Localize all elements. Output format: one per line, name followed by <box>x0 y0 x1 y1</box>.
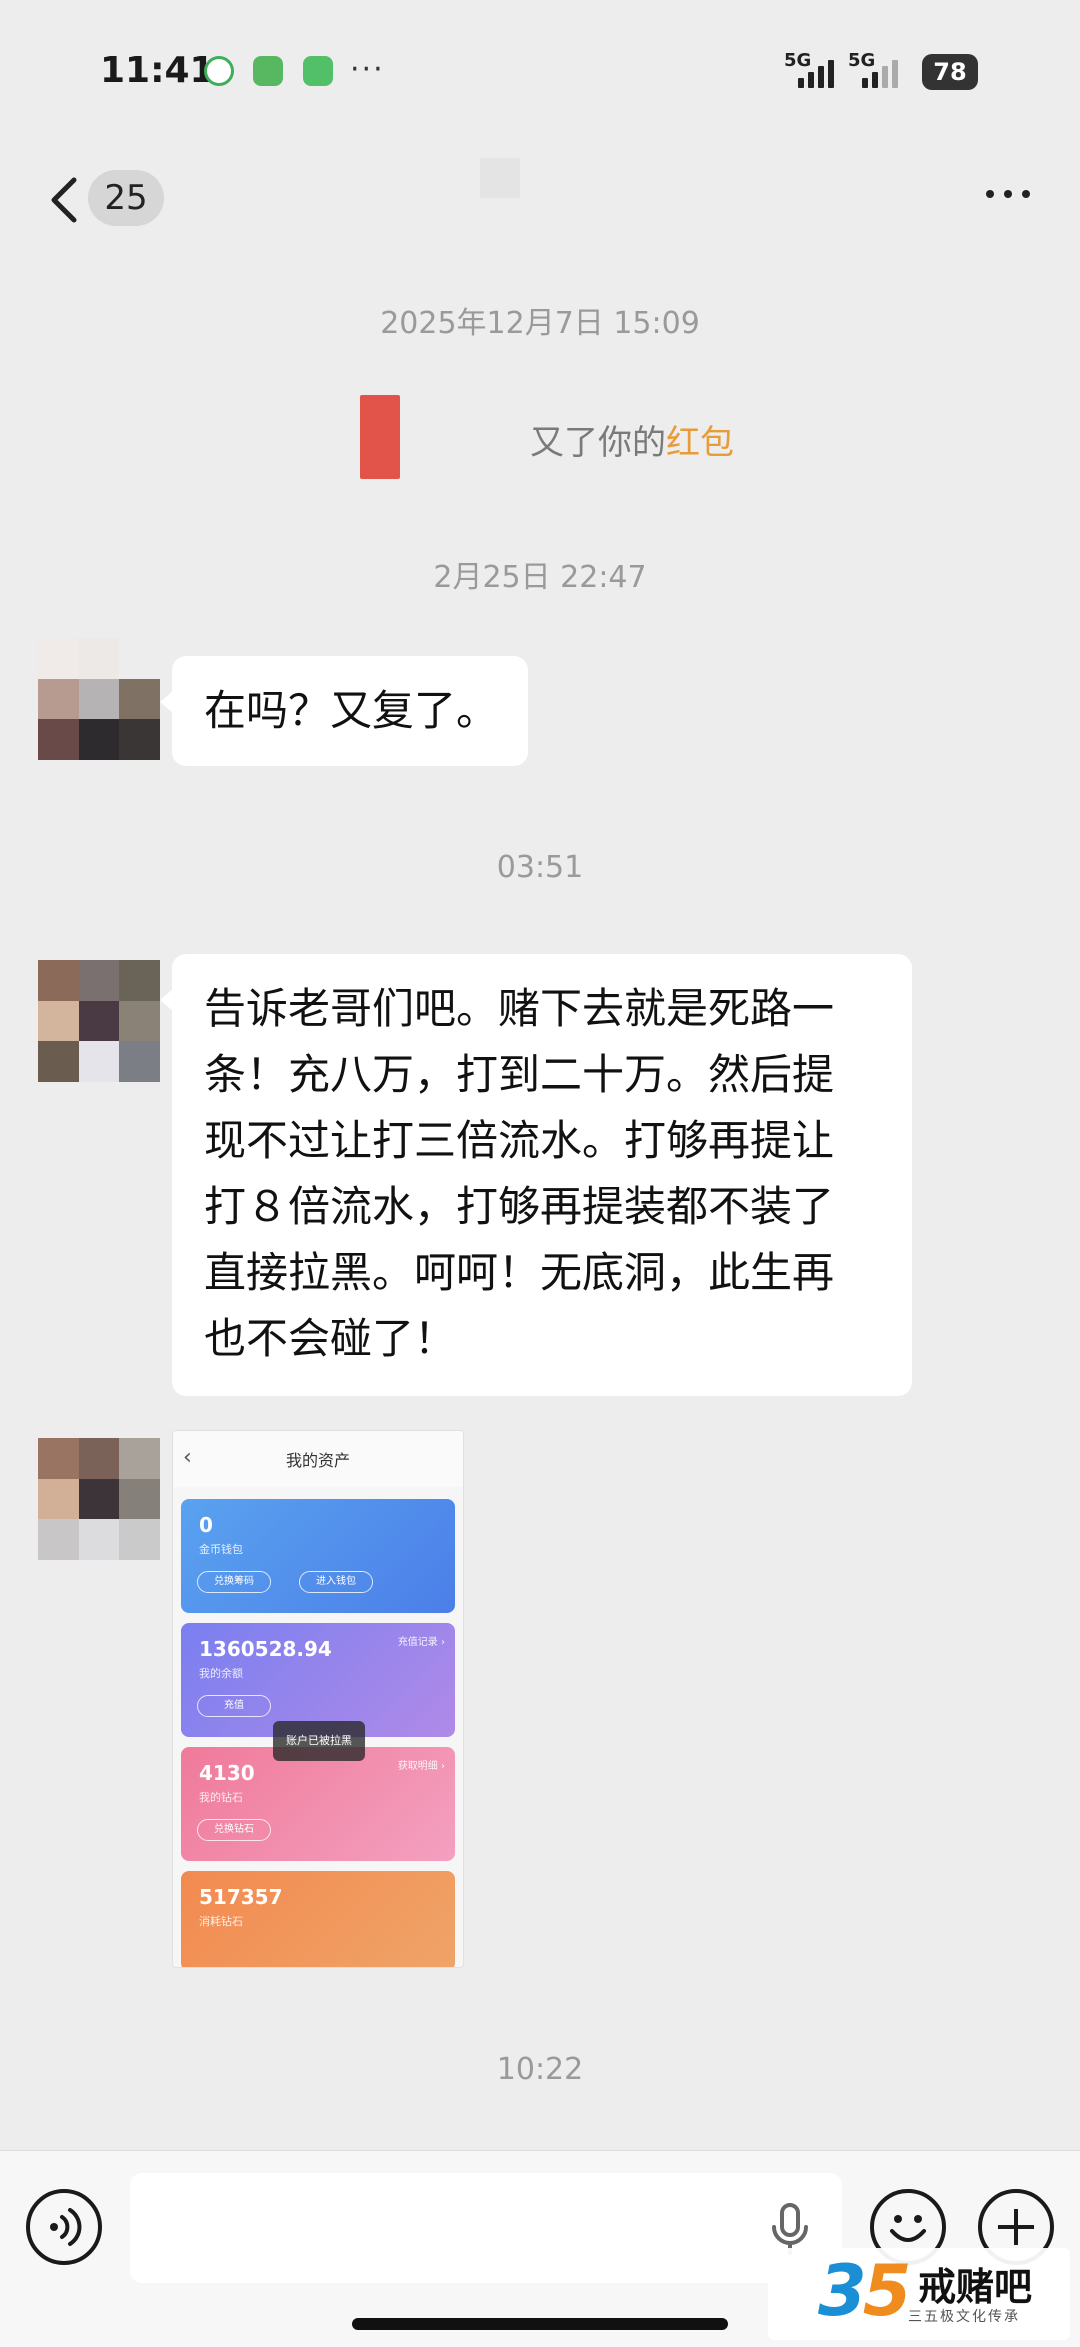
chat-header: 25 <box>0 150 1080 260</box>
more-notifications-icon: ··· <box>350 52 385 87</box>
unread-count-badge[interactable]: 25 <box>88 170 164 226</box>
blocked-toast: 账户已被拉黑 <box>273 1721 365 1761</box>
message-timestamp: 2025年12月7日 15:09 <box>380 306 700 341</box>
avatar[interactable] <box>38 960 160 1082</box>
asset-card-coins: 0 金币钱包 兑换筹码 进入钱包 <box>181 1499 455 1613</box>
avatar[interactable] <box>38 638 160 760</box>
asset-label: 我的余额 <box>199 1667 243 1680</box>
voice-mode-button[interactable] <box>26 2189 102 2265</box>
asset-link: 充值记录 › <box>397 1637 445 1648</box>
message-text-line: 条！充八万，打到二十万。然后提 <box>204 1050 835 1099</box>
notification-app-icon <box>204 56 234 86</box>
asset-card-consumed: 517357 消耗钻石 <box>181 1871 455 1967</box>
message-text-line: 打８倍流水，打够再提装都不装了 <box>204 1182 835 1231</box>
message-timestamp: 10:22 <box>496 2052 584 2087</box>
asset-card-diamonds: 4130 我的钻石 获取明细 › 兑换钻石 <box>181 1747 455 1861</box>
status-bar: 11:41 ··· 5G 5G 78 <box>0 0 1080 140</box>
red-packet-link[interactable]: 红包 <box>666 423 734 463</box>
asset-amount: 1360528.94 <box>199 1637 332 1661</box>
clock: 11:41 <box>100 50 215 91</box>
watermark-35-logo: 35 <box>818 2250 912 2332</box>
asset-label: 我的钻石 <box>199 1791 243 1804</box>
message-text-line: 也不会碰了！ <box>204 1314 457 1363</box>
notification-app-icon <box>253 56 283 86</box>
screenshot-title: 我的资产 <box>285 1451 350 1470</box>
signal-bars-icon <box>798 58 834 88</box>
battery-indicator: 78 <box>922 54 978 90</box>
message-text-line: 告诉老哥们吧。赌下去就是死路一 <box>204 984 835 1033</box>
back-arrow-icon[interactable] <box>46 174 86 226</box>
asset-amount: 0 <box>199 1513 213 1537</box>
message-timestamp: 03:51 <box>496 850 584 885</box>
avatar[interactable] <box>38 1438 160 1560</box>
red-packet-icon <box>360 395 400 479</box>
asset-label: 金币钱包 <box>199 1543 243 1556</box>
asset-link: 获取明细 › <box>397 1761 445 1772</box>
watermark-digit-5: 5 <box>862 2250 912 2332</box>
message-bubble[interactable]: 在吗？又复了。 <box>160 656 528 766</box>
watermark-digit-3: 3 <box>818 2250 867 2332</box>
asset-button: 进入钱包 <box>299 1571 373 1593</box>
asset-button: 兑换钻石 <box>197 1819 271 1841</box>
watermark-name: 戒赌吧 <box>918 2265 1033 2309</box>
message-bubble[interactable]: 告诉老哥们吧。赌下去就是死路一 条！充八万，打到二十万。然后提 现不过让打三倍流… <box>160 954 912 1396</box>
watermark-logo: 35 戒赌吧 三五极文化传承 <box>768 2248 1070 2340</box>
wechat-notification-icon <box>303 56 333 86</box>
home-indicator <box>352 2318 728 2330</box>
system-message: 又了你的红包 <box>0 395 1080 485</box>
asset-card-balance: 1360528.94 我的余额 充值记录 › 充值 <box>181 1623 455 1737</box>
chat-title-masked <box>480 158 520 198</box>
watermark-subtitle: 三五极文化传承 <box>908 2309 1020 2325</box>
message-text: 在吗？又复了。 <box>204 686 499 735</box>
asset-amount: 517357 <box>199 1885 283 1909</box>
message-text-line: 现不过让打三倍流水。打够再提让 <box>204 1116 835 1165</box>
screenshot-header: ‹ 我的资产 <box>173 1431 463 1487</box>
system-text-prefix: 又了你的 <box>530 423 666 463</box>
message-input[interactable] <box>130 2173 842 2283</box>
more-options-icon[interactable] <box>986 190 1030 198</box>
asset-button: 兑换筹码 <box>197 1571 271 1593</box>
image-message[interactable]: ‹ 我的资产 0 金币钱包 兑换筹码 进入钱包 1360528.94 我的余额 … <box>172 1430 464 1968</box>
system-message-text: 又了你的红包 <box>530 415 734 464</box>
signal-bars-icon <box>862 58 898 88</box>
asset-button: 充值 <box>197 1695 271 1717</box>
message-timestamp: 2月25日 22:47 <box>433 560 647 595</box>
asset-amount: 4130 <box>199 1761 255 1785</box>
asset-label: 消耗钻石 <box>199 1915 243 1928</box>
message-text-line: 直接拉黑。呵呵！无底洞，此生再 <box>204 1248 835 1297</box>
voice-wave-icon <box>50 2208 82 2246</box>
